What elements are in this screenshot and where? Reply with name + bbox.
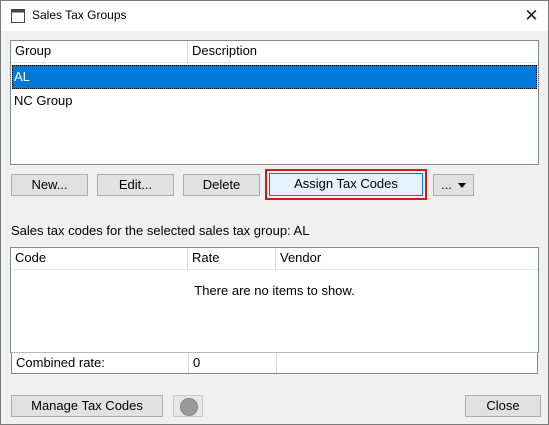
column-header-vendor[interactable]: Vendor — [276, 248, 531, 269]
assign-tax-codes-label: Assign Tax Codes — [294, 176, 398, 191]
delete-button-label: Delete — [202, 177, 241, 192]
more-actions-button[interactable]: ... — [433, 174, 474, 196]
group-name: NC Group — [14, 93, 73, 108]
more-actions-label: ... — [441, 177, 452, 192]
dropdown-arrow-icon — [457, 183, 466, 189]
selected-group-caption: Sales tax codes for the selected sales t… — [11, 223, 310, 238]
dial-icon — [180, 398, 198, 416]
disabled-indicator-button — [173, 395, 203, 417]
new-button-label: New... — [31, 177, 68, 192]
close-button-label: Close — [486, 398, 520, 413]
manage-tax-codes-label: Manage Tax Codes — [31, 398, 143, 413]
table-row[interactable]: NC Group — [12, 89, 537, 113]
tax-codes-list[interactable]: Code Rate Vendor — [10, 247, 539, 353]
empty-list-message: There are no items to show. — [194, 283, 355, 298]
combined-rate-label: Combined rate: — [16, 355, 105, 370]
groups-list[interactable]: Group Description AL NC Group — [10, 40, 539, 165]
column-header-group[interactable]: Group — [11, 41, 187, 62]
combined-rate-row: Combined rate: 0 — [11, 352, 538, 374]
window-icon — [11, 9, 25, 23]
column-header-description[interactable]: Description — [188, 41, 533, 62]
groups-list-header: Group Description — [11, 41, 538, 63]
assign-tax-codes-button[interactable]: Assign Tax Codes — [269, 173, 423, 196]
column-header-rate[interactable]: Rate — [188, 248, 275, 269]
window-title: Sales Tax Groups — [32, 8, 127, 22]
group-name: AL — [14, 69, 30, 84]
edit-button[interactable]: Edit... — [97, 174, 174, 196]
delete-button[interactable]: Delete — [183, 174, 260, 196]
title-bar: Sales Tax Groups ✕ — [1, 1, 548, 31]
combined-rate-value: 0 — [193, 355, 201, 370]
manage-tax-codes-button[interactable]: Manage Tax Codes — [11, 395, 163, 417]
close-button[interactable]: Close — [465, 395, 541, 417]
new-button[interactable]: New... — [11, 174, 88, 196]
table-row[interactable]: AL — [12, 65, 537, 89]
column-header-code[interactable]: Code — [11, 248, 187, 269]
tax-codes-header: Code Rate Vendor — [11, 248, 538, 270]
sales-tax-groups-dialog: Sales Tax Groups ✕ Group Description AL … — [0, 0, 549, 425]
column-separator — [276, 353, 277, 373]
close-icon[interactable]: ✕ — [515, 1, 548, 31]
edit-button-label: Edit... — [118, 177, 153, 192]
